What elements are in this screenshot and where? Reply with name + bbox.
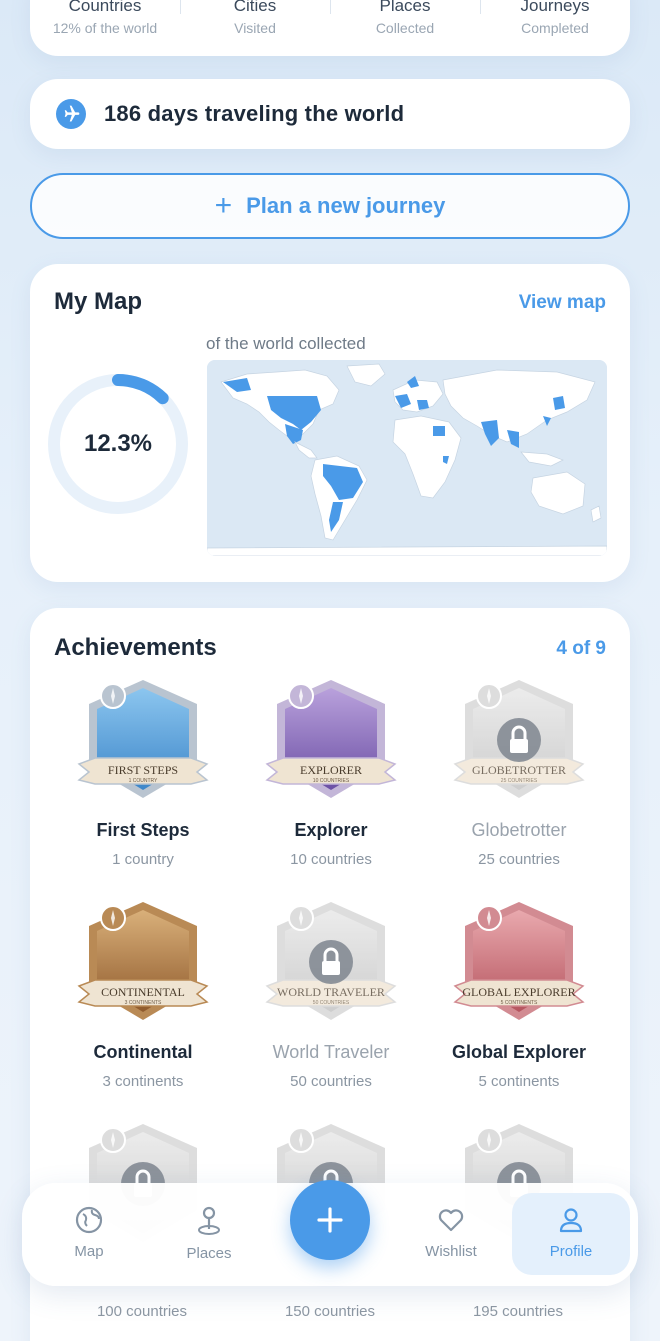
tab-map[interactable]: Map xyxy=(34,1205,144,1260)
tab-wishlist[interactable]: Wishlist xyxy=(396,1205,506,1260)
stat-sub: Completed xyxy=(521,20,589,36)
tab-profile[interactable]: Profile xyxy=(512,1193,630,1275)
badge-banner-sub: 5 CONTINENTS xyxy=(501,1000,538,1006)
person-icon xyxy=(559,1208,583,1233)
stat-label: Cities xyxy=(233,0,277,15)
achievements-progress: 4 of 9 xyxy=(556,638,606,659)
map-caption: of the world collected xyxy=(206,334,366,353)
badge-banner-text: CONTINENTAL xyxy=(101,985,185,999)
view-map-link[interactable]: View map xyxy=(519,292,606,314)
stat-sub: Visited xyxy=(234,20,276,36)
tab-places[interactable]: Places xyxy=(154,1205,264,1262)
stat-label: Countries xyxy=(68,0,142,15)
stat-label: Places xyxy=(379,0,431,15)
badge-banner-text: GLOBETROTTER xyxy=(472,763,566,777)
my-map-title: My Map xyxy=(54,288,143,315)
airplane-icon xyxy=(56,99,86,129)
achievement-badge[interactable]: EXPLORER 10 COUNTRIES Explorer 10 countries xyxy=(238,674,424,868)
stats-card: Countries 12% of the world Cities Visite… xyxy=(30,0,630,56)
badge-emblem-icon: GLOBETROTTER25 COUNTRIES xyxy=(453,680,585,798)
badge-emblem-icon: FIRST STEPS1 COUNTRY xyxy=(77,680,209,798)
achievement-badge[interactable]: FIRST STEPS 1 COUNTRY First Steps 1 country xyxy=(50,674,236,868)
badge-name: Global Explorer xyxy=(451,1042,587,1062)
world-map[interactable] xyxy=(207,360,607,556)
badge-banner-sub: 25 COUNTRIES xyxy=(501,778,538,784)
badge-emblem-icon: GLOBAL EXPLORER5 CONTINENTS xyxy=(453,902,585,1020)
achievement-badge[interactable]: GLOBETROTTER 25 COUNTRIES Globetrotter 25 c… xyxy=(426,674,612,868)
badge-name: World Traveler xyxy=(272,1042,390,1062)
badge-sub: 5 continents xyxy=(478,1073,560,1090)
badge-banner-sub: 1 COUNTRY xyxy=(129,778,158,784)
badge-banner-sub: 10 COUNTRIES xyxy=(313,778,350,784)
badge-sub: 50 countries xyxy=(290,1073,372,1090)
badge-banner-text: FIRST STEPS xyxy=(108,763,178,777)
bottom-tab-bar: Map Places Wishlist Profile xyxy=(22,1180,638,1286)
stat-sub: 12% of the world xyxy=(52,20,158,36)
badge-sub: 195 countries xyxy=(472,1303,564,1320)
stat-label: Journeys xyxy=(520,0,590,15)
tab-places-label: Places xyxy=(186,1245,232,1262)
badge-name: First Steps xyxy=(96,820,190,840)
badge-sub: 10 countries xyxy=(290,851,372,868)
badge-sub: 1 country xyxy=(112,851,174,868)
badge-sub: 100 countries xyxy=(96,1303,188,1320)
badge-banner-text: EXPLORER xyxy=(300,763,362,777)
plus-icon xyxy=(317,1207,343,1233)
add-button[interactable] xyxy=(290,1180,370,1260)
stat-cities[interactable]: Cities Visited xyxy=(180,0,330,56)
my-map-card: My Map View map of the world collected 1… xyxy=(30,264,630,582)
tab-wishlist-label: Wishlist xyxy=(425,1243,477,1260)
heart-icon xyxy=(438,1209,464,1232)
stat-journeys[interactable]: Journeys Completed xyxy=(480,0,630,56)
badge-emblem-icon: WORLD TRAVELER50 COUNTRIES xyxy=(265,902,397,1020)
plan-new-journey-button[interactable]: + Plan a new journey xyxy=(30,173,630,239)
stat-places[interactable]: Places Collected xyxy=(330,0,480,56)
progress-percent: 12.3% xyxy=(83,430,153,457)
stat-countries[interactable]: Countries 12% of the world xyxy=(30,0,180,56)
stat-sub: Collected xyxy=(375,20,435,36)
plus-icon: + xyxy=(214,189,233,222)
badge-banner-text: WORLD TRAVELER xyxy=(277,985,385,999)
badge-sub: 150 countries xyxy=(284,1303,376,1320)
badge-emblem-icon: CONTINENTAL3 CONTINENTS xyxy=(77,902,209,1020)
badge-name: Explorer xyxy=(294,820,368,840)
days-traveling-banner: 186 days traveling the world xyxy=(30,79,630,149)
achievement-badge[interactable]: GLOBAL EXPLORER 5 CONTINENTS Global Explor… xyxy=(426,896,612,1090)
days-traveling-text: 186 days traveling the world xyxy=(104,101,405,126)
achievement-badge[interactable]: WORLD TRAVELER 50 COUNTRIES World Traveler… xyxy=(238,896,424,1090)
badge-banner-text: GLOBAL EXPLORER xyxy=(462,985,575,999)
badge-name: Globetrotter xyxy=(471,820,567,840)
badge-sub: 25 countries xyxy=(478,851,560,868)
achievement-badge[interactable]: CONTINENTAL 3 CONTINENTS Continental 3 cont… xyxy=(50,896,236,1090)
badge-banner-sub: 50 COUNTRIES xyxy=(313,1000,350,1006)
plan-new-journey-label: Plan a new journey xyxy=(246,193,446,218)
pin-icon xyxy=(198,1206,220,1235)
badge-banner-sub: 3 CONTINENTS xyxy=(125,1000,162,1006)
badge-emblem-icon: EXPLORER10 COUNTRIES xyxy=(265,680,397,798)
globe-icon xyxy=(75,1206,103,1234)
achievements-title: Achievements xyxy=(54,634,217,661)
badge-sub: 3 continents xyxy=(102,1073,184,1090)
tab-map-label: Map xyxy=(74,1243,104,1260)
tab-profile-label: Profile xyxy=(549,1243,593,1260)
badge-name: Continental xyxy=(93,1042,193,1062)
